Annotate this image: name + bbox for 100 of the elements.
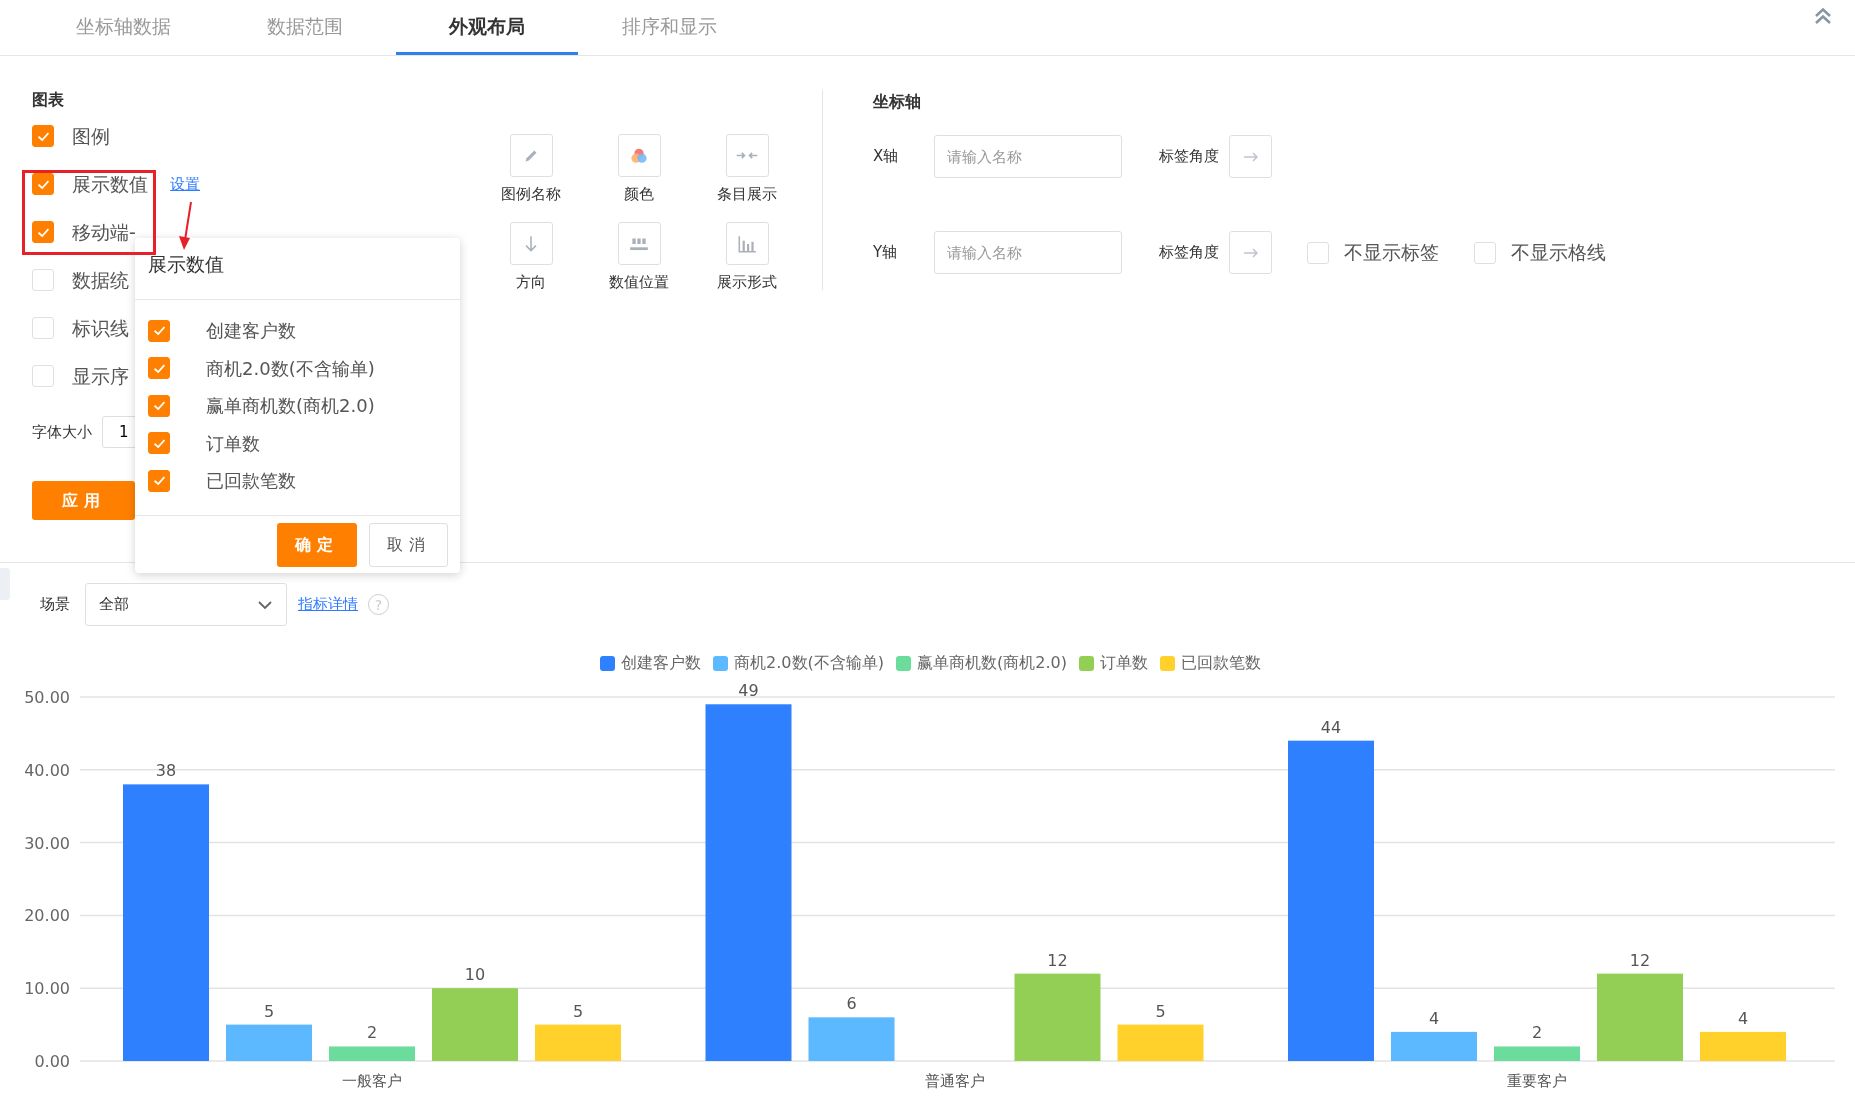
- arrows-icon: [736, 152, 758, 159]
- angle-button[interactable]: [1229, 135, 1272, 178]
- tool-button[interactable]: [725, 134, 769, 177]
- cancel-button[interactable]: 取消: [369, 522, 448, 567]
- bar[interactable]: [1494, 1046, 1580, 1061]
- legend-item[interactable]: 商机2.0数(不含输单): [713, 651, 884, 675]
- checkbox-label: 标识线: [72, 315, 129, 341]
- bar[interactable]: [1597, 973, 1683, 1061]
- bar-value-label: 49: [738, 681, 759, 701]
- bar[interactable]: [1014, 973, 1101, 1061]
- metric-details-link[interactable]: 指标详情: [298, 593, 358, 616]
- tool-label: 数值位置: [609, 272, 669, 292]
- check-icon: [153, 476, 165, 486]
- axis-tick-label: 50.00: [24, 688, 70, 707]
- bar[interactable]: [1117, 1024, 1204, 1061]
- bar-value-label: 12: [1047, 950, 1068, 970]
- tool-label: 展示形式: [717, 272, 777, 292]
- section-title: 图表: [32, 89, 65, 111]
- checkbox[interactable]: [32, 173, 54, 195]
- bar[interactable]: [808, 1017, 895, 1061]
- section-title: 坐标轴: [873, 91, 922, 113]
- collapse-icon[interactable]: [1813, 6, 1833, 26]
- tool-label: 方向: [516, 272, 546, 292]
- bar[interactable]: [329, 1046, 415, 1061]
- bar-value-label: 44: [1320, 717, 1342, 737]
- axis-label: Y轴: [873, 242, 899, 264]
- bar[interactable]: [1391, 1031, 1477, 1061]
- check-icon: [153, 363, 165, 373]
- field-label: 场景: [40, 594, 70, 616]
- bar-value-label: 4: [1428, 1008, 1440, 1028]
- bar-value-label: 5: [572, 1001, 584, 1021]
- bar[interactable]: [123, 784, 209, 1061]
- category-label: 一般客户: [342, 1072, 402, 1090]
- tool-button[interactable]: [617, 222, 661, 265]
- checkbox-label: 不显示标签: [1344, 240, 1439, 266]
- bar[interactable]: [1288, 740, 1374, 1061]
- tab[interactable]: 外观布局: [396, 0, 578, 55]
- tool-label: 颜色: [624, 184, 654, 204]
- bar[interactable]: [1700, 1031, 1786, 1061]
- checkbox-label: 展示数值: [72, 171, 148, 197]
- axis-tick-label: 20.00: [24, 906, 70, 926]
- checkbox-label: 数据统: [72, 267, 129, 293]
- bar-value-label: 12: [1629, 950, 1651, 970]
- checkbox-label: 移动端-: [72, 219, 136, 245]
- axis-tick-label: 40.00: [24, 760, 70, 780]
- legend-item[interactable]: 赢单商机数(商机2.0): [896, 651, 1067, 675]
- checkbox[interactable]: [148, 469, 170, 492]
- bar-value-label: 38: [155, 761, 177, 781]
- bar-value-label: 5: [263, 1001, 275, 1021]
- bar-value-label: 10: [464, 965, 486, 985]
- check-icon: [153, 326, 165, 336]
- check-icon: [37, 179, 49, 189]
- field-label: 标签角度: [1159, 242, 1219, 264]
- axis-tick-label: 0.00: [34, 1052, 70, 1071]
- checkbox-label: 订单数: [206, 431, 260, 456]
- tool-button[interactable]: [617, 134, 661, 177]
- check-icon: [153, 438, 165, 448]
- field-label: 字体大小: [32, 421, 92, 443]
- check-icon: [37, 131, 49, 141]
- checkbox[interactable]: [32, 221, 54, 243]
- tool-label: 图例名称: [501, 184, 561, 204]
- check-icon: [153, 401, 165, 411]
- angle-button[interactable]: [1229, 231, 1272, 274]
- axis-tick-label: 10.00: [24, 979, 70, 999]
- checkbox[interactable]: [148, 319, 170, 342]
- bar[interactable]: [226, 1024, 312, 1061]
- bar-value-label: 2: [1531, 1023, 1543, 1043]
- checkbox[interactable]: [32, 125, 54, 147]
- tool-label: 条目展示: [717, 184, 777, 204]
- settings-link[interactable]: 设置: [170, 172, 200, 196]
- checkbox-label: 已回款笔数: [206, 469, 296, 494]
- axis-label: X轴: [873, 146, 900, 168]
- bar[interactable]: [705, 704, 792, 1061]
- checkbox-label: 赢单商机数(商机2.0): [206, 394, 375, 419]
- category-label: 重要客户: [1507, 1072, 1567, 1090]
- bar-value-label: 4: [1737, 1008, 1749, 1028]
- bar[interactable]: [535, 1024, 621, 1061]
- tool-button[interactable]: [725, 222, 769, 265]
- name-input-field[interactable]: 请输入名称: [934, 135, 1122, 178]
- bar[interactable]: [432, 988, 518, 1061]
- checkbox[interactable]: [148, 394, 170, 417]
- scene-select[interactable]: 全部: [85, 583, 287, 626]
- legend-item[interactable]: 订单数: [1078, 651, 1148, 675]
- checkbox-label: 创建客户数: [206, 319, 296, 344]
- tool-button[interactable]: [509, 222, 553, 265]
- checkbox-label: 图例: [72, 123, 110, 149]
- checkbox-label: 商机2.0数(不含输单): [206, 356, 375, 381]
- check-icon: [37, 227, 49, 237]
- tool-button[interactable]: [509, 134, 553, 177]
- field-label: 标签角度: [1159, 146, 1219, 168]
- legend-item[interactable]: 创建客户数: [600, 651, 702, 675]
- name-input-field[interactable]: 请输入名称: [934, 231, 1122, 274]
- legend-item[interactable]: 已回款笔数: [1159, 651, 1261, 675]
- axis-tick-label: 30.00: [24, 833, 70, 853]
- bar-value-label: 5: [1155, 1001, 1166, 1021]
- checkbox[interactable]: [148, 357, 170, 380]
- bar-value-label: 2: [366, 1023, 378, 1043]
- checkbox-label: 显示序: [72, 363, 129, 389]
- annotation-arrow: [179, 201, 192, 250]
- checkbox[interactable]: [148, 432, 170, 455]
